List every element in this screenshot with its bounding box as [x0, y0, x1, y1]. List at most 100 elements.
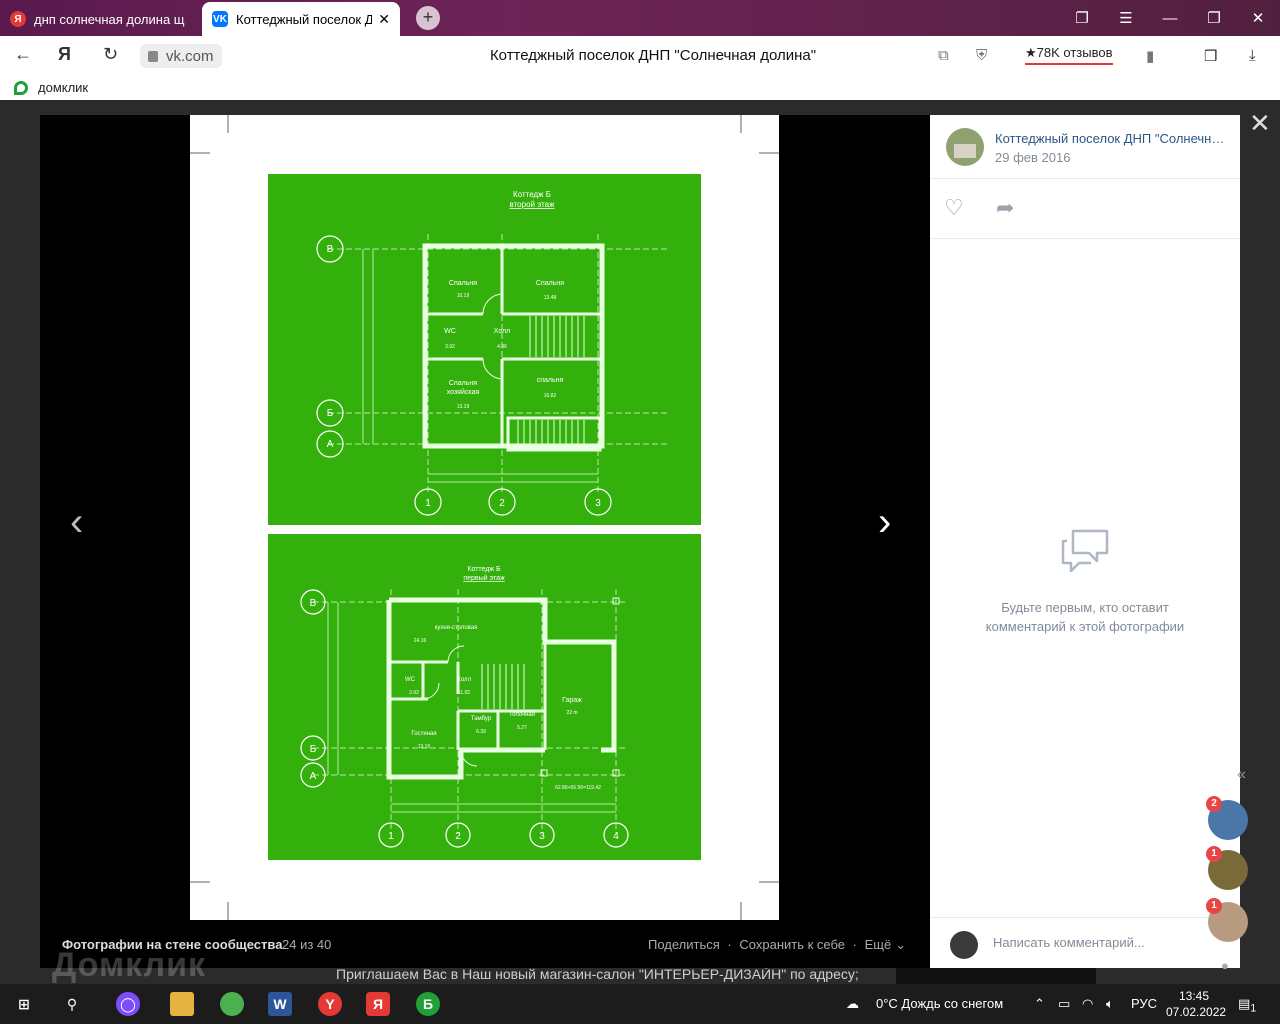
- room-name: хозяйская: [447, 388, 480, 396]
- floor-plan-first: Коттедж Б первый этаж В Б А 1 2 3 4 кухн…: [268, 534, 701, 860]
- domclick-icon: [14, 80, 28, 95]
- bookmark-icon[interactable]: ▮: [1146, 47, 1154, 65]
- room-name: Холл: [457, 677, 472, 683]
- bookmark-domclick[interactable]: домклик: [14, 80, 88, 95]
- plan-title: Коттедж Б: [513, 190, 551, 199]
- back-icon[interactable]: ←: [14, 44, 32, 65]
- panel-header: Коттеджный поселок ДНП "Солнечная долина…: [930, 115, 1240, 179]
- close-viewer-icon[interactable]: ✕: [1249, 108, 1271, 139]
- wifi-icon[interactable]: ◠: [1082, 996, 1093, 1012]
- tab-vk[interactable]: VK Коттеджный поселок Д ✕: [202, 2, 400, 36]
- axis-col-label: 1: [425, 498, 431, 509]
- copy-icon[interactable]: ⧉: [938, 47, 949, 64]
- address-bar: ← Я ↻ vk.com Коттеджный поселок ДНП "Сол…: [0, 36, 1280, 76]
- weather-icon[interactable]: ☁: [846, 996, 859, 1012]
- yandex-logo-icon[interactable]: Я: [58, 44, 71, 65]
- restore-icon[interactable]: ❐: [1192, 9, 1236, 27]
- photo-info-panel: Коттеджный поселок ДНП "Солнечная долина…: [930, 115, 1240, 968]
- bookmarks-panel-icon[interactable]: ❐: [1060, 9, 1104, 27]
- axis-col-label: 3: [595, 498, 601, 509]
- language-indicator[interactable]: РУС: [1131, 996, 1157, 1011]
- download-icon[interactable]: ⤓: [1249, 47, 1256, 64]
- url-field[interactable]: vk.com: [140, 44, 222, 68]
- comment-bar: Написать комментарий...: [930, 917, 1240, 968]
- room-name: Спальня: [449, 280, 477, 287]
- room-area: 16.82: [544, 393, 557, 399]
- protect-icon[interactable]: ⛨: [976, 47, 987, 64]
- clock[interactable]: 13:45 07.02.2022: [1166, 988, 1226, 1020]
- word-icon[interactable]: W: [268, 992, 292, 1016]
- room-area: 13.19: [457, 404, 470, 410]
- save-button[interactable]: Сохранить к себе: [739, 937, 845, 952]
- chat-bubble[interactable]: 1: [1206, 846, 1248, 890]
- post-date[interactable]: 29 фев 2016: [995, 150, 1070, 165]
- reviews-label: 78K отзывов: [1036, 45, 1113, 60]
- room-name: Гараж: [562, 697, 582, 704]
- browser-tabstrip: Я днп солнечная долина щ VK Коттеджный п…: [0, 0, 1280, 36]
- tab-search[interactable]: Я днп солнечная долина щ: [0, 2, 198, 36]
- photo-actions: ♡ ➦: [930, 179, 1240, 239]
- room-name: Топочная: [509, 712, 535, 718]
- notification-icon[interactable]: ▤1: [1238, 996, 1256, 1015]
- axis-row-label: В: [310, 598, 317, 609]
- plan-drawing: Коттедж Б первый этаж В Б А 1 2 3 4 кухн…: [300, 566, 629, 848]
- collections-icon[interactable]: ❒: [1204, 47, 1217, 65]
- unread-badge: 1: [1206, 898, 1222, 914]
- messages-icon[interactable]: ●: [1221, 958, 1229, 973]
- separator: ·: [727, 937, 732, 952]
- close-tab-icon[interactable]: ✕: [378, 11, 390, 28]
- tab-label: днп солнечная долина щ: [34, 11, 185, 27]
- network-icon[interactable]: ▭: [1058, 996, 1070, 1012]
- weather-text[interactable]: 0°С Дождь со снегом: [876, 996, 1003, 1011]
- group-name[interactable]: Коттеджный поселок ДНП "Солнечная долина…: [995, 131, 1225, 146]
- volume-icon[interactable]: 🔈︎: [1106, 996, 1114, 1012]
- room-name: Холл: [494, 328, 511, 335]
- share-button[interactable]: Поделиться: [648, 937, 720, 952]
- search-icon[interactable]: ⚲: [60, 992, 84, 1016]
- reload-icon[interactable]: ↻: [103, 44, 118, 65]
- viewer-footer: Фотографии на стене сообщества 24 из 40 …: [40, 930, 930, 960]
- new-tab-button[interactable]: +: [416, 6, 440, 30]
- yandex-icon[interactable]: Я: [366, 992, 390, 1016]
- window-controls: ❐ ☰ — ❐ ✕: [1060, 0, 1280, 36]
- axis-row-label: Б: [327, 408, 334, 419]
- room-area: 24.16: [414, 638, 427, 644]
- comment-input[interactable]: Написать комментарий...: [993, 935, 1145, 950]
- explorer-icon[interactable]: [170, 992, 194, 1016]
- plan-drawing: Коттедж Б второй этаж В Б А 1 2 3 Спальн…: [316, 190, 668, 516]
- tray-chevron-icon[interactable]: ⌃: [1034, 996, 1045, 1012]
- axis-row-label: А: [310, 771, 317, 782]
- chrome-icon[interactable]: [220, 992, 244, 1016]
- total-area: 62.86+56.56=119.42: [555, 785, 601, 791]
- room-name: WC: [405, 677, 416, 683]
- room-area: 3.92: [409, 690, 419, 696]
- chat-bubble[interactable]: 2: [1206, 796, 1248, 840]
- share-icon[interactable]: ➦: [996, 195, 1014, 221]
- menu-icon[interactable]: ☰: [1104, 9, 1148, 27]
- group-avatar[interactable]: [946, 128, 984, 166]
- reviews-badge[interactable]: ★78K отзывов: [1025, 45, 1113, 65]
- room-area: 4.96: [497, 344, 507, 350]
- comments-empty-icon: [1061, 529, 1109, 573]
- room-area: 10.19: [457, 293, 470, 299]
- axis-row-label: Б: [310, 744, 317, 755]
- close-window-icon[interactable]: ✕: [1236, 9, 1280, 27]
- next-photo-icon[interactable]: ›: [878, 500, 891, 545]
- prev-photo-icon[interactable]: ‹: [70, 500, 83, 545]
- room-name: Тамбур: [471, 716, 492, 722]
- axis-col-label: 2: [455, 831, 461, 842]
- room-name: Спальня: [449, 380, 477, 387]
- more-button[interactable]: Ещё: [865, 937, 892, 952]
- minimize-icon[interactable]: —: [1148, 10, 1192, 27]
- collapse-chats-icon[interactable]: «: [1237, 766, 1246, 784]
- alice-icon[interactable]: ◯: [116, 992, 140, 1016]
- plan-subtitle: первый этаж: [463, 574, 505, 582]
- yandex-browser-icon[interactable]: Y: [318, 992, 342, 1016]
- chat-bubble[interactable]: 1: [1206, 898, 1248, 942]
- album-link[interactable]: Фотографии на стене сообщества: [62, 937, 282, 952]
- photo-counter: 24 из 40: [282, 937, 332, 952]
- like-icon[interactable]: ♡: [944, 195, 964, 221]
- windows-start-icon[interactable]: ⊞: [12, 992, 36, 1016]
- post-text: Приглашаем Вас в Наш новый магазин-салон…: [336, 966, 859, 982]
- sber-icon[interactable]: Б: [416, 992, 440, 1016]
